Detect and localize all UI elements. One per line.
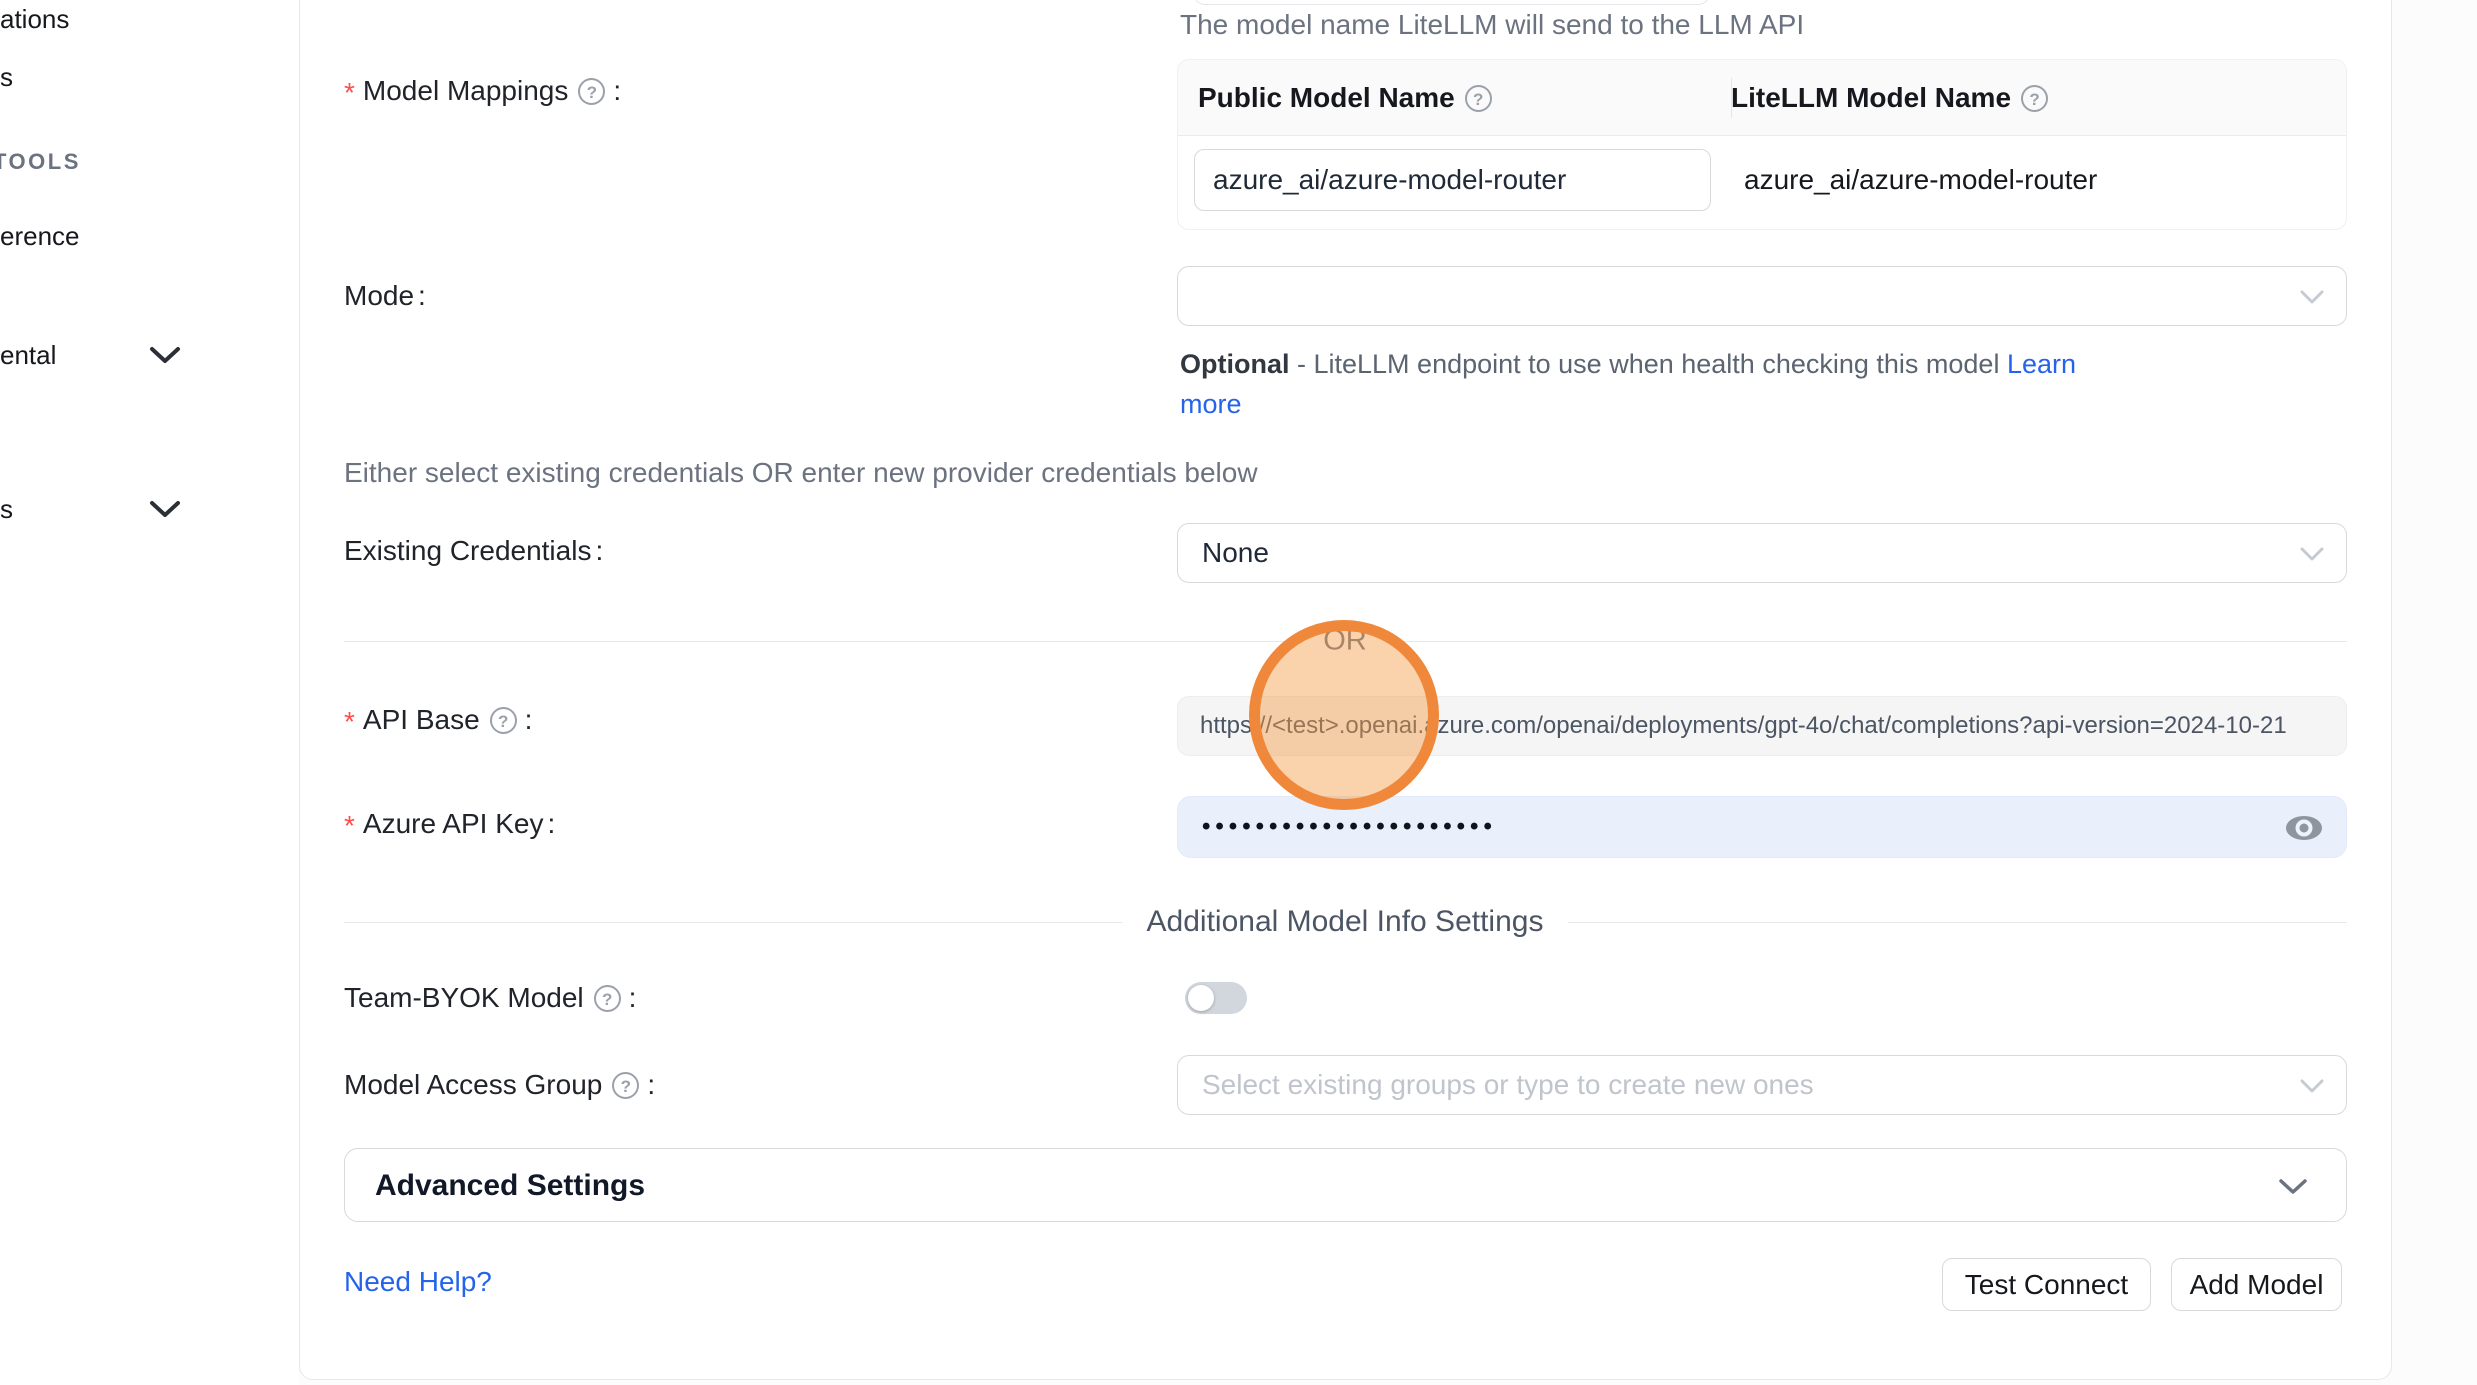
additional-settings-divider-text: Additional Model Info Settings bbox=[1123, 905, 1568, 939]
required-asterisk-icon bbox=[344, 75, 363, 106]
chevron-down-icon bbox=[2300, 290, 2324, 305]
help-icon[interactable] bbox=[490, 707, 517, 734]
litellm-model-name-value: azure_ai/azure-model-router bbox=[1744, 149, 2097, 211]
azure-api-key-label: Azure API Key: bbox=[344, 808, 555, 840]
sidebar: ations s TOOLS erence ental s bbox=[0, 0, 299, 1385]
column-header-public-model-name: Public Model Name bbox=[1198, 60, 1496, 136]
click-indicator bbox=[1249, 620, 1439, 810]
sidebar-item-4[interactable]: ental bbox=[0, 340, 56, 371]
existing-credentials-label: Existing Credentials: bbox=[344, 535, 603, 567]
model-mappings-label: Model Mappings: bbox=[344, 73, 621, 107]
model-access-group-label: Model Access Group: bbox=[344, 1067, 655, 1101]
team-byok-toggle[interactable] bbox=[1185, 982, 1247, 1014]
mode-help-text: Optional - LiteLLM endpoint to use when … bbox=[1180, 344, 2140, 424]
sidebar-item-5[interactable]: s bbox=[0, 494, 13, 525]
chevron-down-icon bbox=[2300, 1079, 2324, 1094]
sidebar-section-tools: TOOLS bbox=[0, 149, 81, 175]
toggle-knob bbox=[1188, 985, 1214, 1011]
add-model-button[interactable]: Add Model bbox=[2171, 1258, 2342, 1311]
chevron-down-icon bbox=[148, 498, 182, 520]
cropped-field-bottom bbox=[1193, 0, 1710, 5]
mode-select[interactable] bbox=[1177, 266, 2347, 326]
help-icon[interactable] bbox=[612, 1072, 639, 1099]
advanced-settings-panel[interactable]: Advanced Settings bbox=[344, 1148, 2347, 1222]
api-base-label: API Base: bbox=[344, 702, 532, 736]
help-icon[interactable] bbox=[578, 78, 605, 105]
chevron-down-icon bbox=[2300, 547, 2324, 562]
help-icon[interactable] bbox=[1465, 85, 1492, 112]
advanced-settings-title: Advanced Settings bbox=[375, 1149, 645, 1223]
sidebar-item-3[interactable]: erence bbox=[0, 221, 80, 252]
required-asterisk-icon bbox=[344, 704, 363, 735]
existing-credentials-select[interactable]: None bbox=[1177, 523, 2347, 583]
model-mappings-table: Public Model Name LiteLLM Model Name azu… bbox=[1177, 59, 2347, 230]
table-header-row: Public Model Name LiteLLM Model Name bbox=[1178, 60, 2346, 136]
chevron-down-icon bbox=[148, 344, 182, 366]
team-byok-label: Team-BYOK Model: bbox=[344, 980, 636, 1014]
column-divider bbox=[1731, 78, 1732, 118]
public-model-name-input[interactable] bbox=[1194, 149, 1711, 211]
test-connect-button[interactable]: Test Connect bbox=[1942, 1258, 2151, 1311]
need-help-link[interactable]: Need Help? bbox=[344, 1266, 492, 1298]
help-icon[interactable] bbox=[594, 985, 621, 1012]
eye-icon[interactable] bbox=[2284, 812, 2324, 844]
column-header-litellm-model-name: LiteLLM Model Name bbox=[1731, 60, 2052, 136]
credentials-note: Either select existing credentials OR en… bbox=[344, 457, 1258, 489]
model-name-hint: The model name LiteLLM will send to the … bbox=[1180, 9, 1804, 41]
chevron-down-icon bbox=[2278, 1178, 2308, 1196]
sidebar-item-1[interactable]: ations bbox=[0, 4, 69, 35]
help-icon[interactable] bbox=[2021, 85, 2048, 112]
model-access-group-select[interactable]: Select existing groups or type to create… bbox=[1177, 1055, 2347, 1115]
mode-label: Mode: bbox=[344, 280, 426, 312]
add-model-form-card: The model name LiteLLM will send to the … bbox=[299, 0, 2392, 1380]
required-asterisk-icon bbox=[344, 808, 363, 839]
sidebar-item-2[interactable]: s bbox=[0, 62, 13, 93]
